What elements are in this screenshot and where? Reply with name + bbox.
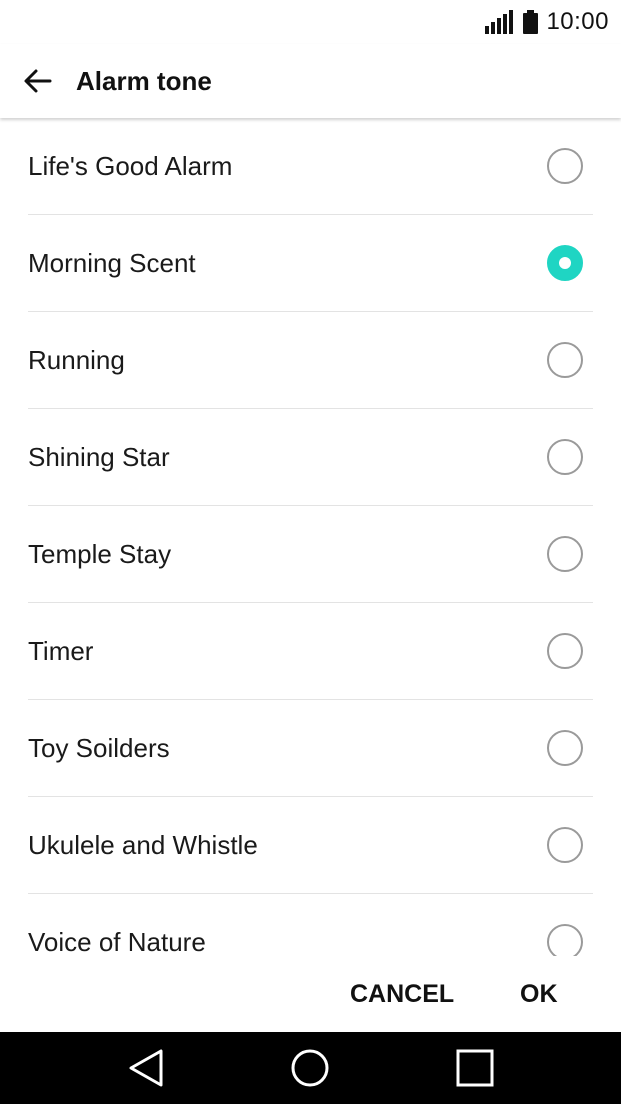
tone-item[interactable]: Ukulele and Whistle (0, 797, 621, 894)
navigation-bar (0, 1032, 621, 1104)
radio-button[interactable] (547, 536, 583, 572)
tone-label: Temple Stay (28, 539, 172, 569)
nav-back-button[interactable] (124, 1046, 168, 1090)
nav-back-triangle-icon (129, 1049, 163, 1087)
tone-item[interactable]: Morning Scent (0, 215, 621, 312)
status-right: 10:00 (485, 6, 609, 38)
arrow-back-icon (24, 69, 52, 93)
tone-item[interactable]: Temple Stay (0, 506, 621, 603)
tone-item[interactable]: Life's Good Alarm (0, 118, 621, 215)
radio-button[interactable] (547, 924, 583, 956)
tone-item[interactable]: Shining Star (0, 409, 621, 506)
nav-recents-square-icon (456, 1049, 494, 1087)
app-bar: Alarm tone (0, 44, 621, 118)
back-button[interactable] (14, 57, 62, 105)
ok-button[interactable]: OK (510, 974, 568, 1014)
radio-button[interactable] (547, 633, 583, 669)
tone-item[interactable]: Toy Soilders (0, 700, 621, 797)
nav-home-circle-icon (291, 1049, 329, 1087)
radio-button[interactable] (547, 439, 583, 475)
radio-button[interactable] (547, 827, 583, 863)
nav-recents-button[interactable] (453, 1046, 497, 1090)
tone-label: Toy Soilders (28, 733, 170, 763)
dialog-actions: CANCEL OK (0, 956, 621, 1032)
radio-button[interactable] (547, 730, 583, 766)
cancel-button[interactable]: CANCEL (340, 974, 464, 1014)
tone-label: Shining Star (28, 442, 170, 472)
signal-icon (485, 10, 514, 34)
tone-label: Morning Scent (28, 248, 196, 278)
tone-label: Timer (28, 636, 94, 666)
status-clock: 10:00 (546, 8, 609, 35)
tone-label: Life's Good Alarm (28, 151, 233, 181)
page-title: Alarm tone (76, 66, 212, 96)
tone-label: Voice of Nature (28, 927, 206, 956)
tone-label: Running (28, 345, 125, 375)
battery-icon (523, 10, 539, 34)
tone-list: Life's Good Alarm Morning Scent Running … (0, 118, 621, 956)
radio-button[interactable] (547, 148, 583, 184)
radio-button[interactable] (547, 245, 583, 281)
radio-button[interactable] (547, 342, 583, 378)
alarm-tone-screen: 10:00 Alarm tone Life's Good Alarm Morni… (0, 0, 621, 1104)
tone-item[interactable]: Timer (0, 603, 621, 700)
status-bar: 10:00 (0, 0, 621, 44)
tone-item[interactable]: Voice of Nature (0, 894, 621, 956)
nav-home-button[interactable] (288, 1046, 332, 1090)
tone-label: Ukulele and Whistle (28, 830, 258, 860)
tone-item[interactable]: Running (0, 312, 621, 409)
